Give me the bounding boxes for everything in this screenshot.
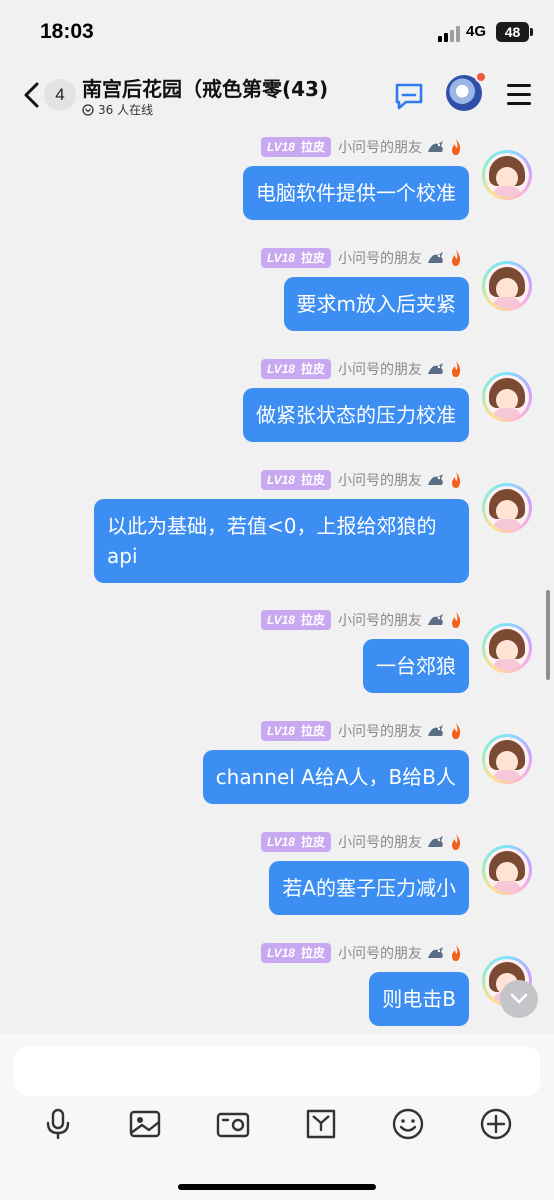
- message-bubble[interactable]: 若A的塞子压力减小: [269, 861, 469, 915]
- avatar[interactable]: [482, 483, 532, 533]
- message-bubble[interactable]: channel A给A人，B给B人: [202, 750, 469, 804]
- camera-icon[interactable]: [215, 1106, 251, 1142]
- notification-dot: [475, 71, 487, 83]
- menu-icon[interactable]: [507, 84, 531, 106]
- cellular-signal-icon: [438, 26, 460, 42]
- sender-meta: LV18 拉皮 小问号的朋友: [260, 469, 464, 491]
- message-bubble[interactable]: 则电击B: [369, 972, 469, 1026]
- chat-header: 4 南宫后花园（戒色第零(43) 36 人在线: [0, 62, 554, 124]
- dragon-icon: [428, 363, 443, 374]
- level-badge: LV18 拉皮: [260, 610, 331, 630]
- avatar[interactable]: [482, 372, 532, 422]
- sender-nickname: 小问号的朋友: [338, 251, 422, 267]
- chevron-down-icon: [510, 993, 528, 1004]
- flame-icon: [452, 472, 461, 488]
- chat-icon[interactable]: [394, 82, 424, 110]
- avatar[interactable]: [482, 734, 532, 784]
- battery-icon: 48: [496, 22, 529, 42]
- sender-nickname: 小问号的朋友: [338, 140, 422, 156]
- message-list[interactable]: LV18 拉皮 小问号的朋友 电脑软件提供一个校准 LV18 拉皮 小问号的朋友 要…: [0, 124, 554, 1034]
- level-badge: LV18 拉皮: [260, 248, 331, 268]
- avatar[interactable]: [482, 261, 532, 311]
- online-check-icon: [82, 103, 94, 116]
- battery-tip: [530, 28, 533, 36]
- unread-count-badge[interactable]: 4: [44, 79, 76, 111]
- group-title[interactable]: 南宫后花园（戒色第零(43): [82, 73, 328, 102]
- sender-meta: LV18 拉皮 小问号的朋友: [260, 358, 464, 380]
- message-bubble[interactable]: 要求m放入后夹紧: [283, 277, 469, 331]
- composer: [0, 1034, 554, 1200]
- network-type: 4G: [466, 23, 487, 40]
- status-time: 18:03: [40, 20, 94, 43]
- level-badge: LV18 拉皮: [260, 943, 331, 963]
- flame-icon: [452, 834, 461, 850]
- status-bar: 18:03 4G 48: [0, 0, 554, 62]
- message-bubble[interactable]: 做紧张状态的压力校准: [243, 388, 469, 442]
- plus-icon[interactable]: [478, 1106, 514, 1142]
- level-badge: LV18 拉皮: [260, 359, 331, 379]
- level-badge: LV18 拉皮: [260, 832, 331, 852]
- avatar[interactable]: [482, 150, 532, 200]
- sender-meta: LV18 拉皮 小问号的朋友: [260, 247, 464, 269]
- sender-meta: LV18 拉皮 小问号的朋友: [260, 136, 464, 158]
- flame-icon: [452, 361, 461, 377]
- dragon-icon: [428, 614, 443, 625]
- sender-meta: LV18 拉皮 小问号的朋友: [260, 720, 464, 742]
- microphone-icon[interactable]: [40, 1106, 76, 1142]
- message-bubble[interactable]: 以此为基础，若值<0，上报给郊狼的api: [94, 499, 469, 583]
- sender-meta: LV18 拉皮 小问号的朋友: [260, 609, 464, 631]
- avatar[interactable]: [482, 845, 532, 895]
- dragon-icon: [428, 474, 443, 485]
- home-indicator: [178, 1184, 376, 1190]
- image-icon[interactable]: [127, 1106, 163, 1142]
- flame-icon: [452, 139, 461, 155]
- online-count: 36 人在线: [82, 101, 153, 118]
- level-badge: LV18 拉皮: [260, 137, 331, 157]
- sender-nickname: 小问号的朋友: [338, 473, 422, 489]
- message-input[interactable]: [14, 1046, 540, 1096]
- level-badge: LV18 拉皮: [260, 470, 331, 490]
- file-icon[interactable]: [303, 1106, 339, 1142]
- message-bubble[interactable]: 一台郊狼: [363, 639, 469, 693]
- sender-nickname: 小问号的朋友: [338, 613, 422, 629]
- dragon-icon: [428, 836, 443, 847]
- scroll-to-bottom-button[interactable]: [500, 980, 538, 1018]
- emoji-icon[interactable]: [390, 1106, 426, 1142]
- sender-nickname: 小问号的朋友: [338, 946, 422, 962]
- avatar[interactable]: [482, 623, 532, 673]
- sender-meta: LV18 拉皮 小问号的朋友: [260, 942, 464, 964]
- dragon-icon: [428, 947, 443, 958]
- dragon-icon: [428, 252, 443, 263]
- scrollbar[interactable]: [546, 590, 550, 680]
- sender-nickname: 小问号的朋友: [338, 724, 422, 740]
- dragon-icon: [428, 725, 443, 736]
- message-bubble[interactable]: 电脑软件提供一个校准: [243, 166, 469, 220]
- sender-meta: LV18 拉皮 小问号的朋友: [260, 831, 464, 853]
- back-icon[interactable]: [22, 82, 42, 108]
- online-count-text: 36 人在线: [98, 103, 154, 117]
- flame-icon: [452, 723, 461, 739]
- dragon-icon: [428, 141, 443, 152]
- sender-nickname: 小问号的朋友: [338, 362, 422, 378]
- sender-nickname: 小问号的朋友: [338, 835, 422, 851]
- flame-icon: [452, 250, 461, 266]
- flame-icon: [452, 612, 461, 628]
- flame-icon: [452, 945, 461, 961]
- level-badge: LV18 拉皮: [260, 721, 331, 741]
